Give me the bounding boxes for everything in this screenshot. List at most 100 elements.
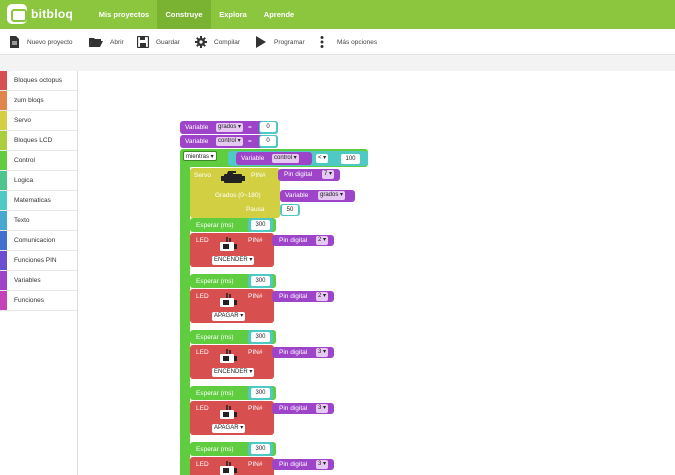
- sidebar-category[interactable]: Variables: [0, 271, 77, 291]
- folder-open-icon: [89, 38, 103, 47]
- block-label: Esperar (ms): [196, 222, 234, 229]
- led-block[interactable]: LED PIN# APAGAR ▾: [190, 401, 274, 435]
- number-block[interactable]: 300: [248, 218, 273, 232]
- nav-label: Mis proyectos: [98, 10, 150, 19]
- servo-block[interactable]: Servo PIN# Grados (0~180) Pausa: [190, 168, 280, 218]
- while-loop-block[interactable]: mientras ▾ Variable control ▾ < ▾ 100: [180, 149, 368, 167]
- sidebar-category[interactable]: Funciones: [0, 291, 77, 311]
- number-value[interactable]: 300: [251, 444, 270, 454]
- number-value[interactable]: 300: [251, 332, 270, 342]
- number-value[interactable]: 300: [251, 388, 270, 398]
- block-label: LED: [196, 237, 209, 244]
- number-value[interactable]: 0: [260, 136, 276, 146]
- digital-pin-block[interactable]: Pin digital 3 ▾: [272, 459, 334, 470]
- pin-label: PIN#: [248, 293, 263, 300]
- pin-number-dropdown[interactable]: 3 ▾: [316, 348, 329, 357]
- pin-number-dropdown[interactable]: 3 ▾: [316, 404, 329, 413]
- variable-declaration-block[interactable]: Variable grados ▾ = 0: [180, 121, 278, 134]
- number-value[interactable]: 300: [251, 220, 270, 230]
- digital-pin-block[interactable]: Pin digital 2 ▾: [272, 235, 334, 246]
- more-options-button[interactable]: Más opciones: [320, 29, 377, 55]
- pin-number-dropdown[interactable]: 3 ▾: [316, 460, 329, 469]
- led-state-dropdown[interactable]: APAGAR ▾: [212, 424, 246, 433]
- sidebar-category[interactable]: zum bloqs: [0, 91, 77, 111]
- category-label: Bloques octopus: [14, 77, 63, 84]
- degrees-label: Grados (0~180): [215, 192, 261, 199]
- sidebar-category[interactable]: Comunicacion: [0, 231, 77, 251]
- category-label: Texto: [14, 217, 30, 224]
- block-label: Pin digital: [279, 461, 308, 468]
- number-block[interactable]: 50: [280, 204, 300, 216]
- comparison-block[interactable]: Variable control ▾ < ▾ 100: [228, 151, 368, 166]
- number-value[interactable]: 50: [282, 205, 298, 215]
- nav-construye[interactable]: Construye: [157, 0, 211, 29]
- digital-pin-block[interactable]: Pin digital 2 ▾: [272, 291, 334, 302]
- new-file-icon: [10, 36, 19, 48]
- nav-explora[interactable]: Explora: [212, 0, 254, 29]
- pause-label: Pausa: [246, 206, 265, 213]
- led-state-dropdown[interactable]: APAGAR ▾: [212, 312, 246, 321]
- sidebar-category[interactable]: Bloques LCD: [0, 131, 77, 151]
- program-button[interactable]: Programar: [255, 29, 305, 55]
- number-block[interactable]: 300: [248, 386, 273, 400]
- variable-name-field[interactable]: grados ▾: [318, 191, 346, 200]
- pin-number-dropdown[interactable]: 7 ▾: [322, 170, 335, 179]
- category-color-bar: [0, 111, 7, 130]
- bitbloq-logo[interactable]: bitbloq: [7, 4, 73, 24]
- sidebar-category[interactable]: Bloques octopus: [0, 71, 77, 91]
- compile-button[interactable]: Compilar: [195, 29, 240, 55]
- new-project-button[interactable]: Nuevo proyecto: [8, 29, 73, 55]
- variable-getter-block[interactable]: Variable grados ▾: [280, 190, 355, 202]
- led-state-dropdown[interactable]: ENCENDER ▾: [212, 256, 255, 265]
- sidebar-category[interactable]: Logica: [0, 171, 77, 191]
- led-icon: [216, 460, 240, 475]
- number-block[interactable]: 300: [248, 274, 273, 288]
- floppy-disk-icon: [137, 36, 149, 48]
- save-button[interactable]: Guardar: [137, 29, 180, 55]
- led-block[interactable]: LED PIN# ENCENDER ▾: [190, 233, 274, 267]
- block-label: Pin digital: [279, 293, 308, 300]
- variable-getter-block[interactable]: Variable control ▾: [236, 152, 312, 165]
- block-label: Variable: [185, 124, 209, 131]
- led-block[interactable]: LED PIN# APAGAR ▾: [190, 289, 274, 323]
- sidebar-category[interactable]: Texto: [0, 211, 77, 231]
- number-value[interactable]: 0: [260, 122, 276, 132]
- led-state-dropdown[interactable]: ENCENDER ▾: [212, 368, 255, 377]
- number-block[interactable]: 300: [248, 442, 273, 456]
- number-block[interactable]: 0: [259, 121, 278, 134]
- block-workspace[interactable]: Variable grados ▾ = 0 Variable control ▾…: [78, 71, 675, 475]
- number-block[interactable]: 0: [259, 135, 278, 148]
- variable-declaration-block[interactable]: Variable control ▾ = 0: [180, 135, 278, 148]
- led-block[interactable]: LED PIN# ENCENDER ▾: [190, 345, 274, 379]
- category-color-bar: [0, 231, 7, 250]
- nav-mis-proyectos[interactable]: Mis proyectos: [92, 0, 156, 29]
- sidebar-category[interactable]: Servo: [0, 111, 77, 131]
- category-color-bar: [0, 171, 7, 190]
- comparison-operator-dropdown[interactable]: < ▾: [316, 154, 329, 163]
- nav-label: Construye: [165, 10, 203, 19]
- variable-name-field[interactable]: grados ▾: [216, 123, 244, 132]
- nav-label: Aprende: [263, 10, 295, 19]
- digital-pin-block[interactable]: Pin digital 3 ▾: [272, 403, 334, 414]
- variable-name-field[interactable]: control ▾: [272, 154, 299, 163]
- number-value[interactable]: 300: [251, 276, 270, 286]
- digital-pin-block[interactable]: Pin digital 7 ▾: [278, 169, 340, 181]
- digital-pin-block[interactable]: Pin digital 3 ▾: [272, 347, 334, 358]
- category-color-bar: [0, 151, 7, 170]
- number-value[interactable]: 100: [341, 154, 360, 164]
- category-label: Comunicacion: [14, 237, 56, 244]
- sidebar-category[interactable]: Matematicas: [0, 191, 77, 211]
- open-button[interactable]: Abrir: [89, 29, 124, 55]
- logo-icon: [7, 4, 27, 24]
- number-block[interactable]: 300: [248, 330, 273, 344]
- block-label: Pin digital: [279, 349, 308, 356]
- block-label: Pin digital: [279, 405, 308, 412]
- sidebar-category[interactable]: Control: [0, 151, 77, 171]
- pin-number-dropdown[interactable]: 2 ▾: [316, 236, 329, 245]
- loop-type-dropdown[interactable]: mientras ▾: [183, 151, 217, 161]
- led-block[interactable]: LED PIN#: [190, 457, 274, 475]
- sidebar-category[interactable]: Funciones PIN: [0, 251, 77, 271]
- pin-number-dropdown[interactable]: 2 ▾: [316, 292, 329, 301]
- variable-name-field[interactable]: control ▾: [216, 137, 243, 146]
- nav-aprende[interactable]: Aprende: [257, 0, 301, 29]
